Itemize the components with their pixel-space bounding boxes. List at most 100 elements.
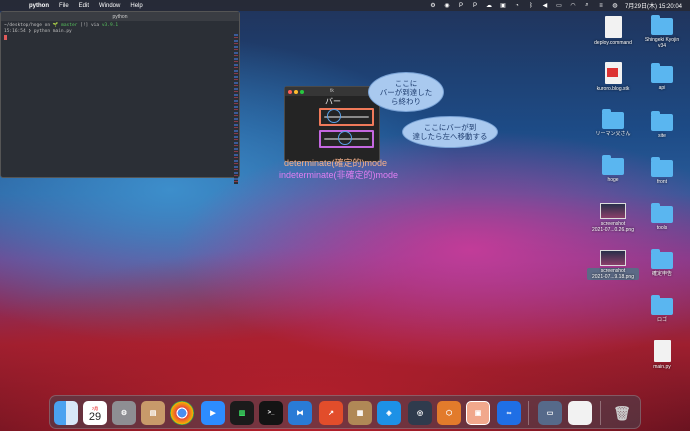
desktop-icon-front[interactable]: front [636, 157, 688, 185]
icon-label: kuroro.blog.stk [596, 86, 630, 92]
indeterminate-mode-label: indeterminate(非確定的)mode [279, 170, 399, 180]
activity-monitor-icon[interactable]: ▥ [230, 401, 254, 425]
contacts-icon[interactable]: ▤ [141, 401, 165, 425]
desktop-icon-site[interactable]: site [636, 111, 688, 139]
control-center-icon[interactable]: ≡ [597, 2, 605, 9]
search-icon[interactable]: ⌕ [583, 2, 591, 9]
screenshot-icon[interactable]: ▭ [538, 401, 562, 425]
progress-indicator [338, 131, 352, 145]
dock: 7月 29 ⚙ ▤ ▶ ▥ >_ ⧓ ↗ ▦ ◈ ◎ ⬡ ▣ ∞ ▭ 🗑 [49, 395, 641, 429]
icon-label: front [656, 179, 667, 185]
icon-label: main.py [653, 364, 671, 370]
instruments-icon[interactable]: ↗ [319, 401, 343, 425]
icon-label: 確定申告 [651, 271, 672, 277]
preview-icon[interactable]: ▣ [466, 401, 490, 425]
terminal-cursor [4, 35, 7, 40]
quicktime-icon[interactable]: ◎ [408, 401, 432, 425]
system-preferences-icon[interactable]: ⚙ [112, 401, 136, 425]
desktop-icon-mainpy[interactable]: main.py [636, 340, 688, 370]
icon-label: site [658, 133, 666, 139]
annotation-bubble-left: ここにバーが到 達したら左へ移動する [402, 116, 498, 148]
image-thumbnail [600, 203, 626, 219]
bluetooth-icon[interactable]: ᛒ [527, 2, 535, 9]
icon-label: ロゴ [656, 317, 667, 323]
icon-label: deploy.command [594, 40, 632, 46]
folder-icon [602, 155, 624, 175]
icon-label: リーマン父さん [595, 131, 631, 137]
desktop-icon-screenshot2[interactable]: screenshot 2021-07...9.18.png [587, 250, 639, 280]
chrome-icon[interactable] [170, 401, 194, 425]
desktop-icon-logo[interactable]: ロゴ [636, 295, 688, 323]
prompt-version: v3.9.1 [101, 23, 119, 28]
siri-icon[interactable]: ◍ [611, 2, 619, 9]
terminal-icon[interactable]: >_ [259, 401, 283, 425]
dock-separator [528, 401, 529, 425]
wifi-lock-icon[interactable]: ◔ [513, 2, 521, 9]
vscode-icon[interactable]: ⧓ [288, 401, 312, 425]
document-icon[interactable] [568, 401, 592, 425]
box-icon[interactable]: ▣ [499, 2, 507, 9]
dock-separator [600, 401, 601, 425]
trash-icon[interactable]: 🗑 [610, 401, 634, 425]
p-icon[interactable]: P [471, 2, 479, 9]
tk-title: tk [330, 88, 334, 94]
terminal-scrollbar[interactable] [234, 34, 238, 184]
tk-titlebar[interactable]: tk [285, 87, 379, 96]
desktop-icon-hoge[interactable]: hoge [587, 155, 639, 183]
branch-icon: 🌱 [52, 23, 59, 28]
infinity-icon[interactable]: ∞ [497, 401, 521, 425]
desktop-icon-riman[interactable]: リーマン父さん [587, 109, 639, 137]
desktop-icon-kakutei[interactable]: 確定申告 [636, 249, 688, 277]
menu-window[interactable]: Window [94, 3, 125, 9]
determinate-progressbar [319, 108, 374, 126]
desktop-icon-tools[interactable]: tools [636, 203, 688, 231]
desktop-icon-deploy[interactable]: deploy.command [587, 16, 639, 46]
file-icon [604, 62, 622, 84]
icon-label: hoge [607, 177, 619, 183]
folder-icon [651, 203, 673, 223]
menu-app-name[interactable]: python [24, 3, 54, 9]
folder-icon [651, 249, 673, 269]
prompt-branch: master [61, 23, 78, 28]
icon-label: api [658, 85, 666, 91]
menu-edit[interactable]: Edit [74, 3, 94, 9]
terminal-cursor-line [4, 35, 236, 43]
command-text: ❯ python main.py [28, 29, 72, 34]
desktop-icon-shingeki[interactable]: Shingeki Kyojin v34 [636, 15, 688, 49]
finder-icon[interactable] [54, 401, 78, 425]
settings-icon[interactable]: ⚙ [429, 2, 437, 9]
media-icon[interactable]: ◉ [443, 2, 451, 9]
archive-icon[interactable]: ▦ [348, 401, 372, 425]
terminal-title: python [112, 13, 128, 20]
menu-help[interactable]: Help [125, 3, 147, 9]
battery-icon[interactable]: ▭ [555, 2, 563, 9]
terminal-titlebar[interactable]: python [1, 12, 239, 21]
p-icon[interactable]: P [457, 2, 465, 9]
zoom-icon[interactable]: ▶ [201, 401, 225, 425]
docker-icon[interactable]: ◈ [377, 401, 401, 425]
desktop-icon-screenshot1[interactable]: screenshot 2021-07...0.26.png [587, 203, 639, 233]
desktop-icon-api[interactable]: api [636, 63, 688, 91]
command-time: 15:16:54 [4, 29, 26, 34]
cloud-icon[interactable]: ☁ [485, 2, 493, 9]
menubar-clock[interactable]: 7月29日(木) 15:20:04 [625, 1, 682, 10]
wifi-icon[interactable]: ◠ [569, 2, 577, 9]
sourcetree-icon[interactable]: ⬡ [437, 401, 461, 425]
desktop-icon-kuroro[interactable]: kuroro.blog.stk [587, 62, 639, 92]
file-icon [604, 16, 622, 38]
menu-file[interactable]: File [54, 3, 74, 9]
terminal-window[interactable]: python ~/desktop/hoge on 🌱 master [!] vi… [0, 11, 240, 184]
volume-icon[interactable]: ◀ [541, 2, 549, 9]
progress-indicator [327, 109, 341, 123]
folder-icon [651, 111, 673, 131]
image-thumbnail [600, 250, 626, 266]
file-icon [653, 340, 671, 362]
calendar-icon[interactable]: 7月 29 [83, 401, 107, 425]
terminal-content[interactable]: ~/desktop/hoge on 🌱 master [!] via v3.9.… [1, 21, 239, 45]
menu-bar: python File Edit Window Help ⚙ ◉ P P ☁ ▣… [0, 0, 690, 11]
tk-window[interactable]: tk バー [284, 86, 380, 162]
icon-label: screenshot 2021-07...9.18.png [587, 268, 639, 280]
indeterminate-progressbar [319, 130, 374, 148]
icon-label: tools [656, 225, 668, 231]
folder-icon [651, 157, 673, 177]
